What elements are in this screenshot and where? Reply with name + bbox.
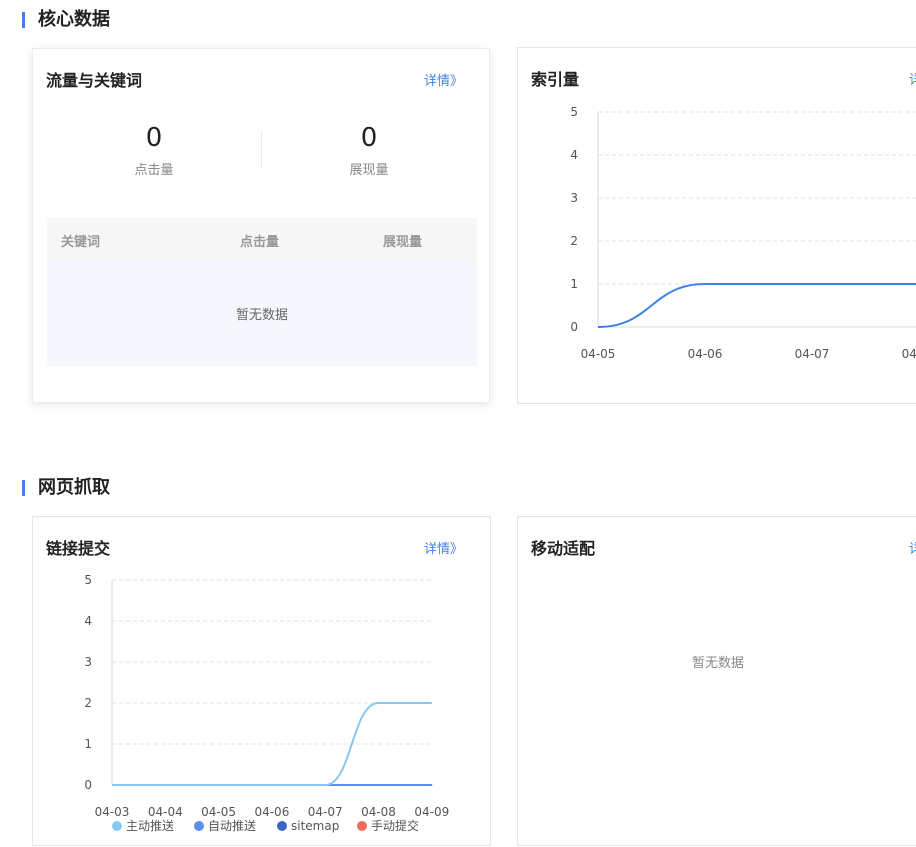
section-title-text: 核心数据 — [38, 9, 110, 30]
y-tick-label: 2 — [84, 696, 92, 710]
legend-marker[interactable] — [277, 821, 287, 831]
y-tick-label: 1 — [84, 737, 92, 751]
x-tick-label: 04-04 — [148, 805, 183, 819]
keyword-table-body: 暂无数据 — [47, 260, 477, 366]
x-tick-label: 04-08 — [361, 805, 396, 819]
y-tick-label: 5 — [84, 573, 92, 587]
impressions-metric: 0 展现量 — [309, 121, 429, 178]
empty-state-text: 暂无数据 — [235, 308, 288, 323]
x-tick-label: 04-07 — [308, 805, 343, 819]
detail-link[interactable]: 详情》 — [424, 70, 463, 89]
card-title: 流量与关键词 — [46, 71, 143, 90]
y-tick-label: 3 — [570, 191, 578, 205]
impressions-value: 0 — [360, 123, 378, 153]
x-tick-label: 04-06 — [688, 347, 723, 361]
clicks-value: 0 — [145, 123, 163, 153]
card-title: 移动适配 — [531, 539, 596, 558]
x-tick-label: 04-09 — [414, 805, 449, 819]
y-tick-label: 2 — [570, 234, 578, 248]
x-tick-label: 04-06 — [254, 805, 289, 819]
column-header-clicks[interactable]: 点击量 — [240, 231, 279, 250]
column-header-keyword[interactable]: 关键词 — [61, 231, 100, 250]
legend-marker[interactable] — [194, 821, 204, 831]
link-submission-chart: 0 1 2 3 4 5 04-03 04-04 04-05 04-06 04-07 04-08 04-0… — [84, 573, 449, 833]
legend-marker[interactable] — [112, 821, 122, 831]
series-line — [597, 282, 916, 328]
x-tick-label: 04-07 — [795, 347, 830, 361]
y-tick-label: 0 — [84, 778, 92, 792]
series-line — [112, 702, 432, 786]
clicks-label: 点击量 — [134, 163, 174, 178]
column-header-impressions[interactable]: 展现量 — [383, 231, 422, 250]
y-tick-label: 1 — [570, 277, 578, 291]
legend-label[interactable]: 主动推送 — [126, 818, 174, 833]
detail-link[interactable]: 详 — [909, 538, 916, 557]
link-submission-card: 链接提交 详情》 0 1 2 3 4 5 04-03 04-04 04-05 04-06 04-07… — [32, 516, 491, 846]
y-tick-label: 3 — [84, 655, 92, 669]
clicks-metric: 0 点击量 — [94, 121, 214, 178]
keyword-table-header: 关键词 点击量 展现量 — [47, 218, 477, 260]
metric-divider — [261, 131, 262, 167]
keyword-table: 关键词 点击量 展现量 暂无数据 — [47, 218, 477, 366]
y-tick-label: 5 — [570, 105, 578, 119]
legend-label[interactable]: 手动提交 — [371, 818, 419, 833]
y-tick-label: 0 — [570, 320, 578, 334]
y-tick-label: 4 — [84, 614, 92, 628]
section-accent-bar — [22, 480, 25, 496]
section-title-text: 网页抓取 — [38, 477, 110, 498]
impressions-label: 展现量 — [349, 163, 389, 178]
traffic-keywords-card: 流量与关键词 详情》 0 点击量 0 展现量 关键词 点击量 展现量 暂无数据 — [32, 48, 490, 403]
section-title-core: 核心数据 — [22, 10, 110, 30]
y-tick-label: 4 — [570, 148, 578, 162]
x-tick-label: 04-08 — [902, 347, 916, 361]
section-title-crawl: 网页抓取 — [22, 478, 110, 498]
x-tick-label: 04-05 — [201, 805, 236, 819]
mobile-adaptation-card: 移动适配 详 暂无数据 — [517, 516, 916, 846]
empty-state-text: 暂无数据 — [691, 656, 744, 671]
legend-label[interactable]: 自动推送 — [208, 818, 256, 833]
index-volume-card: 索引量 详 01234504-0504-0604-0704-08 — [517, 47, 916, 404]
x-tick-label: 04-05 — [581, 347, 616, 361]
x-tick-label: 04-03 — [95, 805, 130, 819]
section-accent-bar — [22, 12, 25, 28]
legend-label[interactable]: sitemap — [291, 819, 339, 833]
legend-marker[interactable] — [357, 821, 367, 831]
index-volume-chart: 0 1 2 3 4 5 04-05 04-06 04-07 04-08 — [570, 105, 916, 361]
